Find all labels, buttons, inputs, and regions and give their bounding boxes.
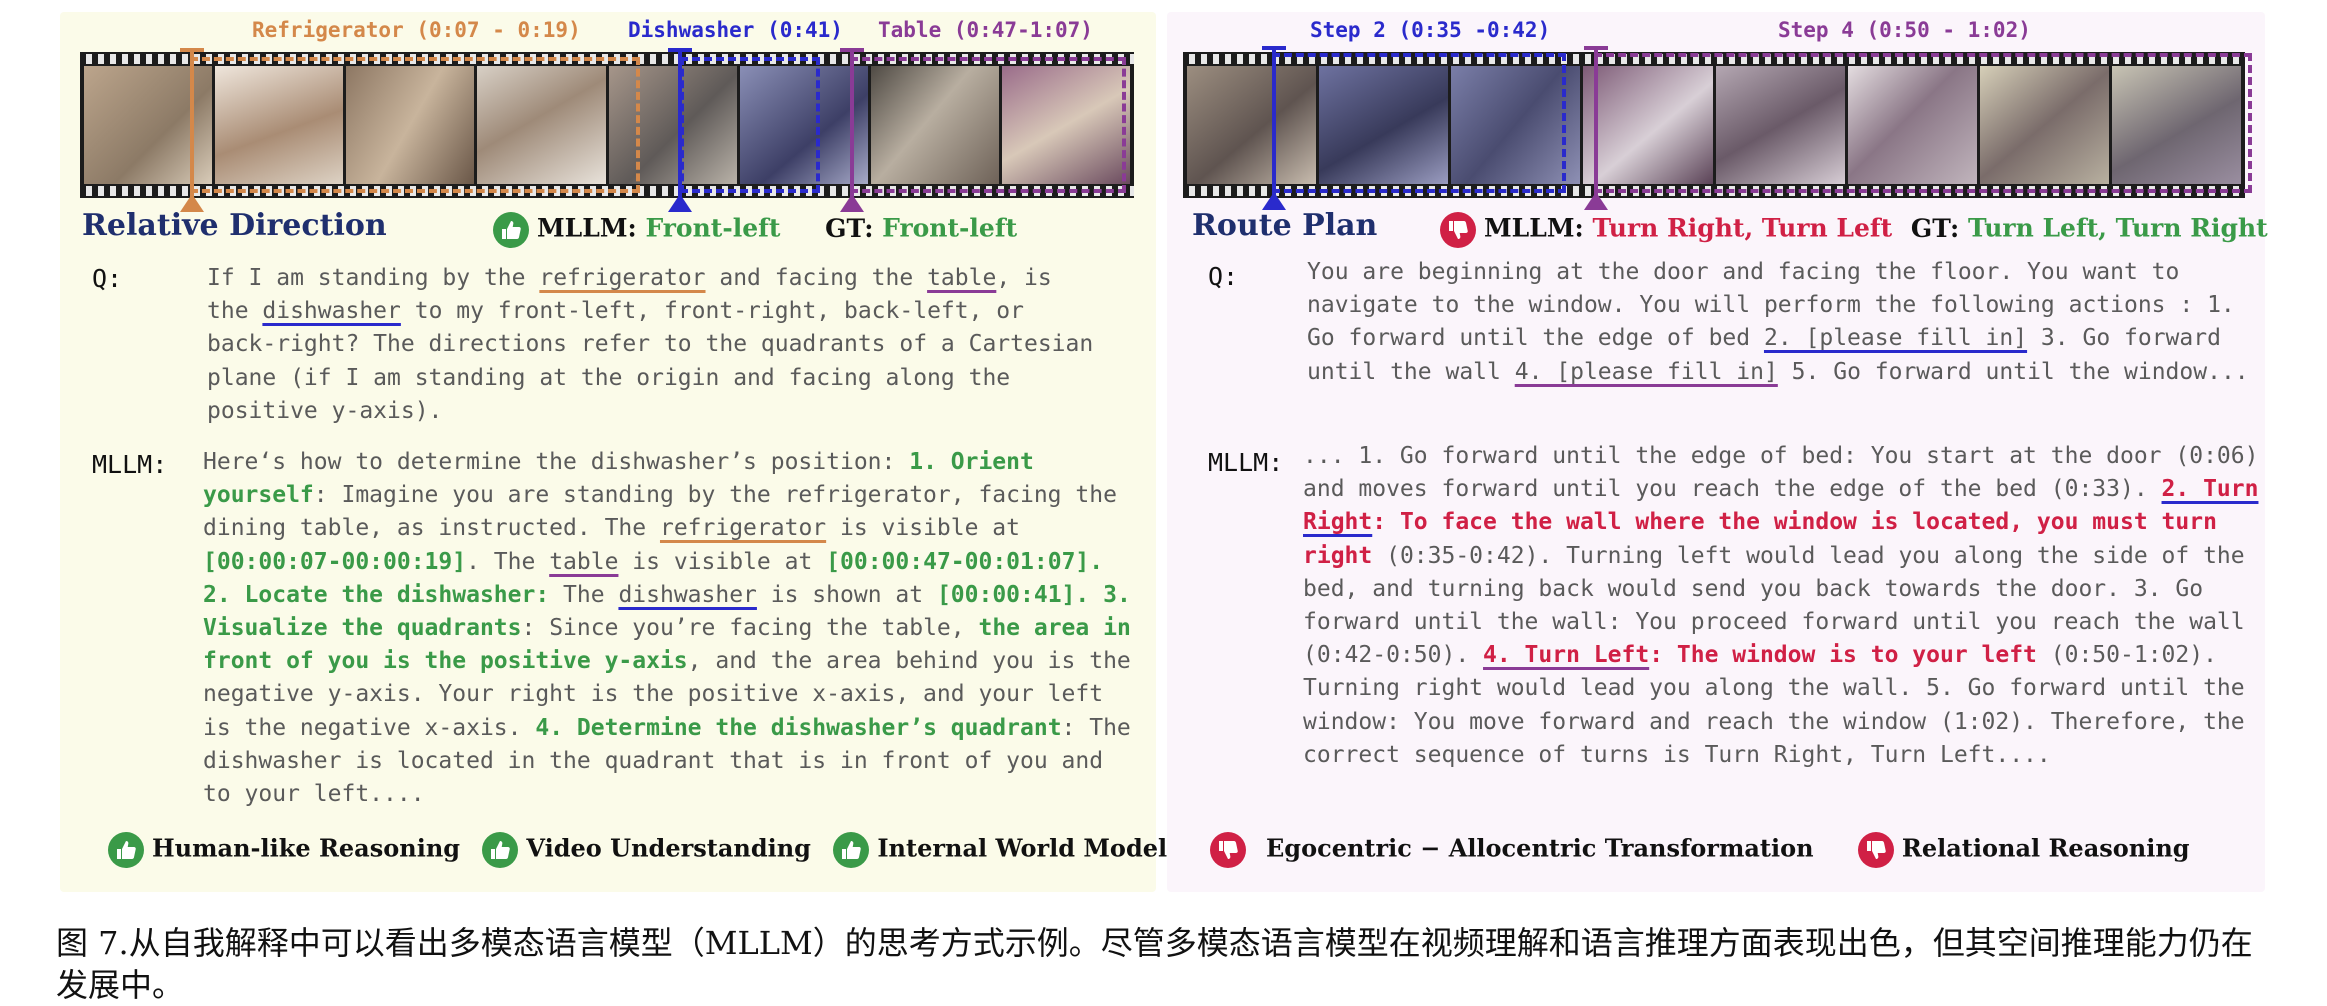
tag-video-understanding: Video Understanding: [482, 832, 811, 868]
thumbs-down-icon: [1857, 832, 1894, 868]
time-marker-refrigerator: [180, 48, 204, 212]
tag-internal-world-model: Internal World Model: [833, 832, 1167, 868]
blank-step-2: 2. [please fill in]: [1763, 325, 2028, 352]
tag-human-like-reasoning: Human-like Reasoning: [108, 832, 460, 868]
gt-answer: Front-left: [882, 213, 1018, 243]
mllm-answer: Front-left: [645, 213, 781, 243]
verdict-row: MLLM: Turn Right, Turn Left GT: Turn Lef…: [1440, 212, 2268, 248]
gt-answer: Turn Left, Turn Right: [1967, 213, 2268, 243]
thumbs-up-icon: [833, 832, 870, 868]
thumbs-down-icon: [1440, 212, 1476, 248]
question-text: You are beginning at the door and facing…: [1307, 259, 2249, 385]
task-heading: Route Plan: [1192, 208, 1378, 243]
time-marker-dishwasher: [668, 48, 692, 212]
failure-tags: Egocentric − Allocentric Transformation …: [1210, 832, 2204, 868]
segment-box-table: [850, 57, 1126, 193]
tag-relational-reasoning: Relational Reasoning: [1857, 832, 2190, 868]
mllm-answer: Turn Right, Turn Left: [1592, 213, 1893, 243]
thumbs-up-icon: [482, 832, 519, 868]
gt-label: GT:: [1910, 213, 1960, 243]
highlight-dishwasher: dishwasher: [262, 298, 401, 325]
task-heading: Relative Direction: [82, 208, 387, 243]
segment-label-step-4: Step 4 (0:50 - 1:02): [1778, 18, 2031, 42]
verdict-row: MLLM: Front-left GT: Front-left: [493, 212, 1017, 248]
segment-box-dishwasher: [680, 57, 820, 193]
tag-egocentric-allocentric: Egocentric − Allocentric Transformation: [1210, 832, 1814, 868]
segment-box-step-2: [1272, 53, 1566, 193]
time-marker-step-4: [1584, 46, 1608, 210]
highlight-table: table: [927, 265, 997, 291]
thumbs-down-icon: [1210, 832, 1246, 868]
question-label: Q:: [1208, 262, 1239, 291]
segment-box-step-4: [1594, 53, 2252, 193]
capability-tags: Human-like Reasoning Video Understanding…: [108, 832, 1181, 868]
gt-label: GT:: [825, 213, 874, 243]
mllm-response-label: MLLM:: [1208, 448, 1284, 477]
thumbs-up-icon: [493, 212, 529, 248]
segment-label-dishwasher: Dishwasher (0:41): [628, 18, 843, 42]
question-text: If I am standing by the refrigerator and…: [207, 265, 1094, 424]
question-label: Q:: [92, 264, 123, 293]
mllm-response-text: ... 1. Go forward until the edge of bed:…: [1303, 443, 2259, 768]
segment-box-refrigerator: [190, 57, 640, 193]
time-marker-table: [840, 48, 864, 212]
segment-label-table: Table (0:47-1:07): [878, 18, 1093, 42]
time-marker-step-2: [1262, 46, 1286, 210]
mllm-response-label: MLLM:: [92, 450, 168, 479]
mllm-label: MLLM:: [537, 213, 637, 243]
mllm-response-text: Here‘s how to determine the dishwasher’s…: [203, 449, 1131, 808]
mllm-label: MLLM:: [1484, 213, 1584, 243]
figure-caption: 图 7.从自我解释中可以看出多模态语言模型（MLLM）的思考方式示例。尽管多模态…: [56, 924, 2253, 1004]
highlight-refrigerator: refrigerator: [539, 265, 706, 291]
blank-step-4: 4. [please fill in]: [1514, 358, 1778, 385]
segment-label-refrigerator: Refrigerator (0:07 - 0:19): [252, 18, 581, 42]
segment-label-step-2: Step 2 (0:35 -0:42): [1310, 18, 1551, 42]
thumbs-up-icon: [108, 832, 144, 868]
